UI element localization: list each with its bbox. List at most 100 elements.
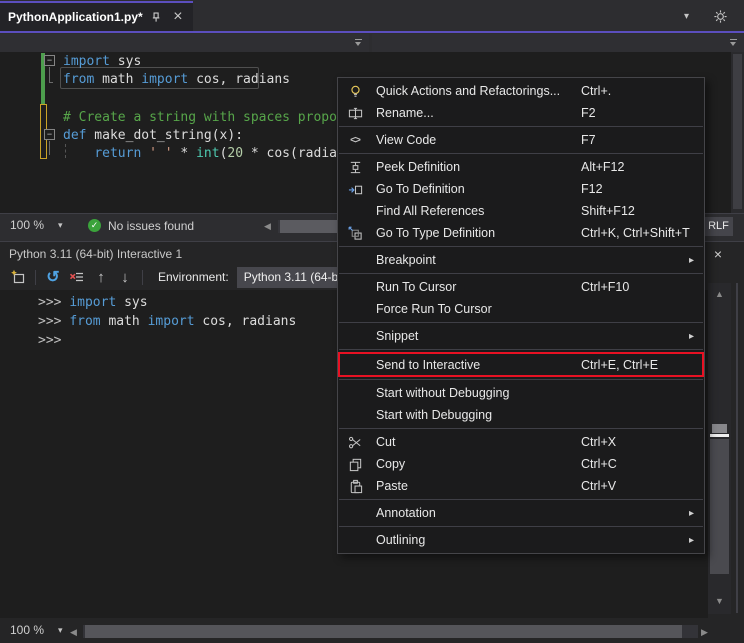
interactive-status-bar: 100 % ▾ ◀ ▶ — [0, 618, 744, 643]
menu-item-outlining[interactable]: Outlining ▸ — [338, 529, 704, 551]
scrollbar-thumb[interactable] — [710, 439, 729, 574]
menu-item-run-to-cursor[interactable]: Run To Cursor Ctrl+F10 — [338, 276, 704, 298]
repl-line: >>> from math import cos, radians — [38, 312, 296, 331]
editor-vertical-scrollbar[interactable] — [731, 52, 744, 213]
check-circle-icon[interactable]: ✓ — [88, 219, 101, 232]
dropdown-arrow-icon: ▾ — [58, 625, 63, 636]
menu-item-go-to-definition[interactable]: Go To Definition F12 — [338, 178, 704, 200]
code-line: return ' ' * int(20 * cos(radian — [63, 144, 345, 163]
panel-title: Python 3.11 (64-bit) Interactive 1 — [9, 247, 182, 261]
document-list-chevron-icon[interactable]: ▾ — [684, 11, 689, 22]
nav-dropdown-members[interactable] — [372, 34, 744, 52]
line-ending-indicator[interactable]: RLF — [704, 217, 733, 236]
fold-guide-line — [49, 67, 50, 82]
code-line: def make_dot_string(x): — [63, 126, 243, 145]
copy-icon — [345, 456, 365, 472]
menu-separator — [339, 153, 703, 154]
panel-vertical-scrollbar[interactable]: ▲ ▼ — [708, 283, 731, 614]
scissors-icon — [345, 434, 365, 450]
code-line: import sys — [63, 52, 141, 71]
scroll-left-icon[interactable]: ◀ — [70, 626, 77, 639]
submenu-arrow-icon: ▸ — [689, 508, 694, 519]
toolbar-separator — [142, 270, 143, 285]
menu-item-send-to-interactive[interactable]: Send to Interactive Ctrl+E, Ctrl+E — [338, 352, 704, 377]
menu-separator — [339, 322, 703, 323]
menu-separator — [339, 349, 703, 350]
combo-arrow-icon — [355, 39, 362, 46]
menu-separator — [339, 273, 703, 274]
repl-line: >>> import sys — [38, 293, 148, 312]
menu-item-find-all-references[interactable]: Find All References Shift+F12 — [338, 200, 704, 222]
document-tab[interactable]: PythonApplication1.py* × — [0, 1, 193, 31]
repl-line: >>> — [38, 331, 61, 350]
menu-item-annotation[interactable]: Annotation ▸ — [338, 502, 704, 524]
scroll-up-icon[interactable]: ▲ — [708, 289, 731, 299]
menu-item-peek-definition[interactable]: Peek Definition Alt+F12 — [338, 156, 704, 178]
environment-label: Environment: — [158, 270, 229, 284]
menu-item-start-with-debugging[interactable]: Start with Debugging — [338, 404, 704, 426]
tab-close-icon[interactable]: × — [171, 9, 185, 25]
fold-collapse-box[interactable]: − — [44, 55, 55, 66]
paste-icon — [345, 478, 365, 494]
scrollbar-caret-marker — [710, 434, 729, 437]
history-previous-button[interactable]: ↑ — [89, 267, 113, 287]
scrollbar-marker — [712, 424, 727, 433]
scroll-down-icon[interactable]: ▼ — [708, 596, 731, 606]
toolbar-separator — [35, 270, 36, 285]
scrollbar-thumb[interactable] — [733, 54, 742, 209]
view-code-icon: <> — [345, 132, 365, 148]
menu-separator — [339, 499, 703, 500]
fold-guide-line — [49, 141, 50, 155]
menu-item-force-run-to-cursor[interactable]: Force Run To Cursor — [338, 298, 704, 320]
reset-repl-button[interactable]: ↺ — [41, 267, 65, 287]
go-to-type-definition-icon — [345, 225, 365, 241]
fold-collapse-box[interactable]: − — [44, 129, 55, 140]
tab-title: PythonApplication1.py* — [8, 10, 143, 24]
zoom-level: 100 % — [10, 218, 44, 232]
menu-item-view-code[interactable]: <> View Code F7 — [338, 129, 704, 151]
menu-separator — [339, 526, 703, 527]
accent-divider — [0, 31, 744, 33]
app-window: PythonApplication1.py* × ▾ − − import sy… — [0, 0, 744, 643]
menu-item-paste[interactable]: Paste Ctrl+V — [338, 475, 704, 497]
scroll-left-icon[interactable]: ◀ — [264, 220, 271, 233]
issues-status[interactable]: No issues found — [108, 219, 194, 233]
rename-icon — [345, 105, 365, 121]
fold-guide-tick — [49, 82, 53, 83]
menu-item-snippet[interactable]: Snippet ▸ — [338, 325, 704, 347]
zoom-level: 100 % — [10, 623, 44, 637]
lightbulb-icon — [345, 83, 365, 99]
menu-item-breakpoint[interactable]: Breakpoint ▸ — [338, 249, 704, 271]
code-line: from math import cos, radians — [63, 70, 290, 89]
menu-separator — [339, 428, 703, 429]
gear-icon[interactable] — [713, 9, 728, 24]
scrollbar-thumb[interactable] — [85, 625, 682, 638]
menu-separator — [339, 126, 703, 127]
go-to-definition-icon — [345, 181, 365, 197]
submenu-arrow-icon: ▸ — [689, 535, 694, 546]
clear-screen-button[interactable] — [65, 267, 89, 287]
nav-dropdown-types[interactable] — [0, 34, 369, 52]
menu-item-copy[interactable]: Copy Ctrl+C — [338, 453, 704, 475]
menu-item-quick-actions[interactable]: Quick Actions and Refactorings... Ctrl+. — [338, 80, 704, 102]
history-next-button[interactable]: ↓ — [113, 267, 137, 287]
panel-hscroll-track[interactable] — [83, 625, 698, 638]
context-menu: Quick Actions and Refactorings... Ctrl+.… — [337, 77, 705, 554]
menu-item-cut[interactable]: Cut Ctrl+X — [338, 431, 704, 453]
menu-item-go-to-type-definition[interactable]: Go To Type Definition Ctrl+K, Ctrl+Shift… — [338, 222, 704, 244]
panel-edge-line — [736, 283, 738, 613]
menu-item-start-without-debugging[interactable]: Start without Debugging — [338, 382, 704, 404]
scroll-right-icon[interactable]: ▶ — [701, 626, 708, 639]
menu-item-rename[interactable]: Rename... F2 — [338, 102, 704, 124]
dropdown-arrow-icon: ▾ — [58, 220, 63, 231]
menu-separator — [339, 379, 703, 380]
new-interactive-window-button[interactable] — [6, 267, 30, 287]
interactive-zoom-selector[interactable]: 100 % ▾ — [10, 623, 63, 637]
pin-icon[interactable] — [150, 9, 164, 25]
menu-separator — [339, 246, 703, 247]
peek-definition-icon — [345, 159, 365, 175]
editor-zoom-selector[interactable]: 100 % ▾ — [10, 218, 63, 232]
panel-close-icon[interactable]: × — [709, 245, 727, 263]
submenu-arrow-icon: ▸ — [689, 255, 694, 266]
combo-arrow-icon — [730, 39, 737, 46]
